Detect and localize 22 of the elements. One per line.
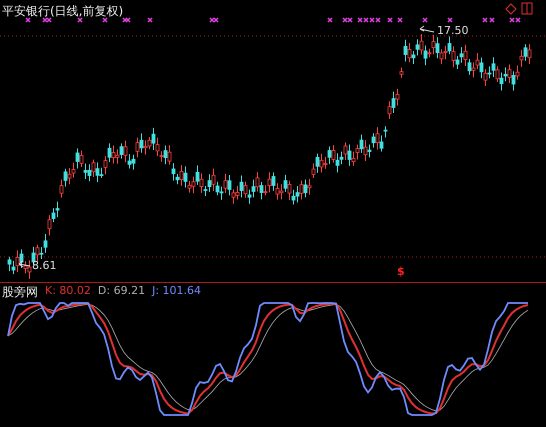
price-label: 17.50 — [437, 24, 468, 37]
cross-marker-icon — [147, 17, 153, 23]
indicator-name: 股旁网 — [2, 284, 38, 301]
cross-marker-icon — [422, 17, 428, 23]
cross-marker-icon — [25, 17, 31, 23]
arrow-icon — [420, 26, 434, 32]
window-layout-icon[interactable] — [522, 2, 532, 14]
price-label: 8.61 — [32, 259, 56, 272]
indicator-value: D: 69.21 — [98, 284, 146, 297]
candlestick — [400, 67, 404, 78]
indicator-value: K: 80.02 — [45, 284, 91, 297]
cross-marker-icon — [397, 17, 403, 23]
arrow-icon — [18, 260, 30, 268]
chart-title: 平安银行(日线,前复权) — [1, 3, 124, 19]
cross-marker-icon — [327, 17, 333, 23]
cross-marker-icon — [447, 17, 453, 23]
signal-mark: $ — [397, 265, 405, 278]
diamond-icon[interactable] — [505, 3, 517, 15]
cross-marker-icon — [387, 17, 393, 23]
cross-marker-icon — [102, 17, 108, 23]
indicator-value: J: 101.64 — [152, 284, 202, 297]
cross-marker-icon — [77, 17, 83, 23]
